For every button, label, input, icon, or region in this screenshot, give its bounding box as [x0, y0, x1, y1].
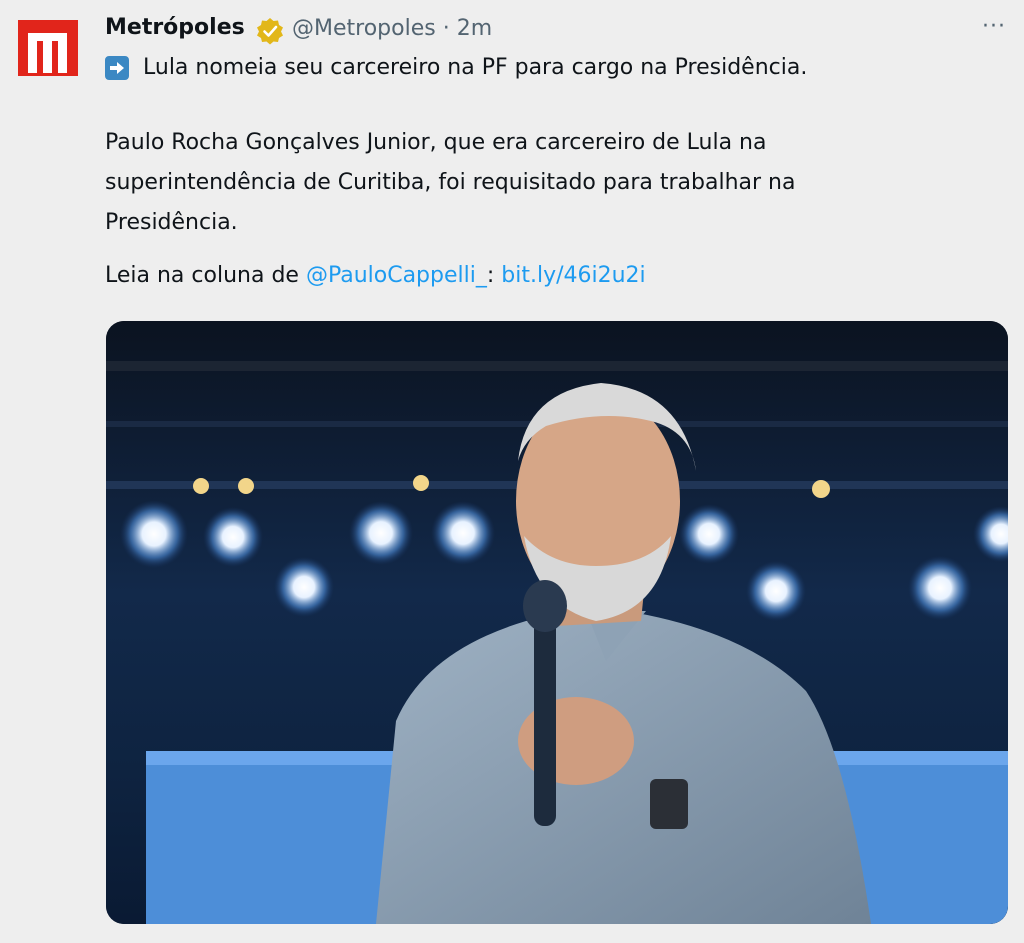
read-more-line: Leia na coluna de @PauloCappelli_: bit.l… — [105, 263, 646, 288]
mention-link[interactable]: @PauloCappelli_ — [306, 263, 487, 288]
body-line: Presidência. — [105, 210, 238, 235]
tweet-photo[interactable] — [106, 321, 1008, 924]
right-arrow-emoji-icon — [105, 55, 129, 80]
author-name[interactable]: Metrópoles — [105, 15, 245, 40]
verified-badge-icon — [256, 17, 284, 45]
tweet-card[interactable]: Metrópoles @Metropoles · 2m ··· Lula nom… — [0, 0, 1024, 943]
read-separator: : — [486, 263, 502, 288]
body-line: superintendência de Curitiba, foi requis… — [105, 170, 796, 195]
headline-text: Lula nomeia seu carcereiro na PF para ca… — [143, 55, 808, 80]
body-line: Paulo Rocha Gonçalves Junior, que era ca… — [105, 130, 767, 155]
read-prefix: Leia na coluna de — [105, 263, 306, 288]
author-handle[interactable]: @Metropoles — [292, 16, 436, 41]
more-options-icon[interactable]: ··· — [982, 14, 1006, 39]
metropoles-logo-icon[interactable] — [18, 20, 78, 76]
tweet-headline: Lula nomeia seu carcereiro na PF para ca… — [105, 55, 807, 80]
short-url-link[interactable]: bit.ly/46i2u2i — [501, 263, 645, 288]
author-meta[interactable]: @Metropoles · 2m — [292, 16, 492, 41]
meta-separator: · — [442, 16, 450, 41]
tweet-timestamp[interactable]: 2m — [457, 16, 492, 41]
tweet-body: Paulo Rocha Gonçalves Junior, que era ca… — [105, 123, 985, 243]
